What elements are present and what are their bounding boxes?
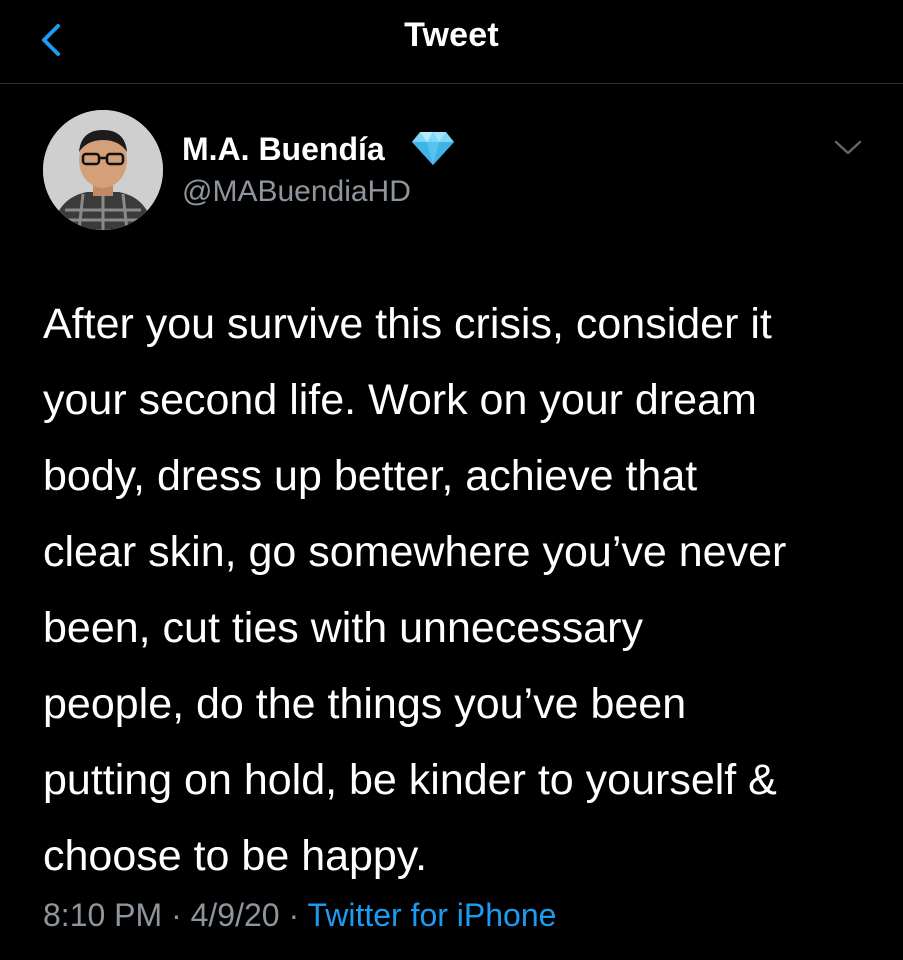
tweet-line: choose to be happy.	[43, 832, 428, 880]
meta-separator: ·	[162, 897, 191, 933]
tweet-line: After you survive this crisis, consider …	[43, 300, 772, 348]
top-bar: Tweet	[0, 0, 903, 84]
profile-photo	[43, 110, 163, 230]
chevron-down-icon	[834, 140, 862, 155]
author-handle[interactable]: @MABuendiaHD	[182, 175, 411, 209]
avatar[interactable]	[43, 110, 163, 230]
more-options-button[interactable]	[833, 136, 863, 158]
tweet-text: After you survive this crisis, consider …	[43, 286, 883, 894]
tweet-line: been, cut ties with unnecessary	[43, 604, 643, 652]
tweet-line: your second life. Work on your dream	[43, 376, 757, 424]
diamond-icon	[410, 129, 456, 167]
tweet-meta: 8:10 PM · 4/9/20 · Twitter for iPhone	[43, 897, 556, 934]
author-name[interactable]: M.A. Buendía	[182, 131, 385, 168]
tweet-line: body, dress up better, achieve that	[43, 452, 698, 500]
meta-separator: ·	[279, 897, 308, 933]
tweet-line: clear skin, go somewhere you’ve never	[43, 528, 787, 576]
tweet-line: putting on hold, be kinder to yourself &	[43, 756, 777, 804]
tweet-line: people, do the things you’ve been	[43, 680, 687, 728]
tweet-time: 8:10 PM	[43, 897, 163, 933]
tweet-source-link[interactable]: Twitter for iPhone	[307, 897, 556, 933]
tweet-date: 4/9/20	[190, 897, 280, 933]
page-title: Tweet	[404, 16, 499, 54]
